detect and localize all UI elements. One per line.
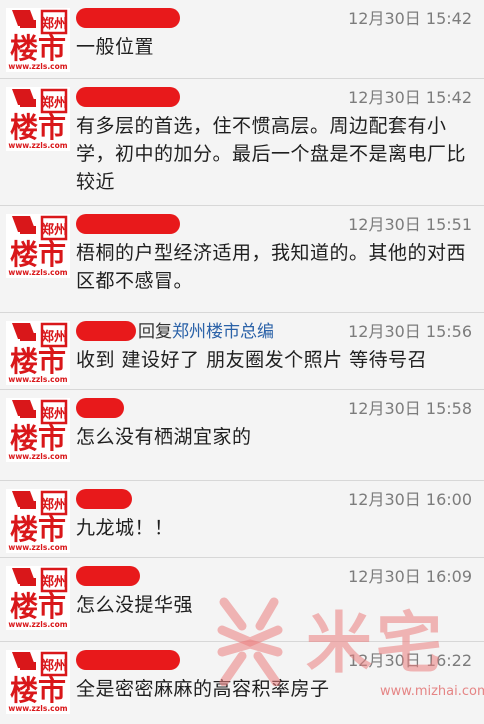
watermark-logo-icon [217, 597, 283, 686]
svg-text:楼市: 楼市 [10, 32, 66, 65]
avatar[interactable]: 郑州 楼市 www.zzls.com [6, 566, 70, 630]
svg-text:楼市: 楼市 [10, 590, 66, 623]
comment-time: 12月30日 15:56 [348, 322, 472, 341]
avatar[interactable]: 郑州 楼市 www.zzls.com [6, 650, 70, 714]
svg-text:郑州: 郑州 [41, 95, 67, 111]
brand-logo-icon: 郑州楼市www.zzls.com [6, 489, 70, 553]
comment-time: 12月30日 15:51 [348, 215, 472, 234]
comment-text: 怎么没有栖湖宜家的 [76, 426, 252, 448]
comment-item: 郑州 楼市 www.zzls.com 12月30日 15:51 梧桐的户型经济适用，… [0, 206, 484, 313]
svg-text:www.zzls.com: www.zzls.com [8, 268, 67, 277]
comment-time: 12月30日 16:09 [348, 567, 472, 586]
username-redacted[interactable] [76, 650, 180, 670]
svg-text:www.zzls.com: www.zzls.com [8, 452, 67, 461]
avatar[interactable]: 郑州 楼市 www.zzls.com [6, 87, 70, 151]
svg-text:郑州: 郑州 [41, 406, 67, 422]
username-redacted[interactable] [76, 87, 180, 107]
avatar[interactable]: 郑州 楼市 www.zzls.com [6, 214, 70, 278]
comment-text: 一般位置 [76, 36, 155, 58]
svg-text:郑州: 郑州 [41, 222, 67, 238]
username-redacted[interactable] [76, 398, 124, 418]
comment-item: 郑州 楼市 www.zzls.com 12月30日 16:00 九龙城！！ [0, 481, 484, 558]
comment-item: 郑州 楼市 www.zzls.com 12月30日 15:42 有多层的首选，住不惯… [0, 79, 484, 206]
comment-item: 郑州 楼市 www.zzls.com 回复郑州楼市总编 12月30日 15:56 收… [0, 313, 484, 390]
svg-text:楼市: 楼市 [10, 422, 66, 455]
svg-text:www.zzls.com: www.zzls.com [8, 704, 67, 713]
brand-logo-icon: 郑州楼市www.zzls.com [6, 566, 70, 630]
avatar[interactable]: 郑州 楼市 www.zzls.com [6, 489, 70, 553]
svg-text:郑州: 郑州 [41, 574, 67, 590]
username-redacted[interactable] [76, 214, 180, 234]
avatar[interactable]: 郑州 楼市 www.zzls.com [6, 321, 70, 385]
svg-text:郑州: 郑州 [41, 497, 67, 513]
brand-logo-icon: 郑州楼市www.zzls.com [6, 650, 70, 714]
avatar[interactable]: 郑州 楼市 www.zzls.com [6, 398, 70, 462]
reply-label: 回复 [138, 322, 172, 342]
avatar[interactable]: 郑州 楼市 www.zzls.com [6, 8, 70, 72]
username-redacted[interactable] [76, 321, 136, 341]
comment-time: 12月30日 16:00 [348, 490, 472, 509]
brand-logo-icon: 郑州楼市www.zzls.com [6, 214, 70, 278]
brand-logo-icon: 郑州楼市www.zzls.com [6, 87, 70, 151]
comment-text: 有多层的首选，住不惯高层。周边配套有小学，初中的加分。最后一个盘是不是离电厂比较… [76, 115, 467, 193]
username-redacted[interactable] [76, 566, 140, 586]
watermark-url: www.mizhai.com [380, 684, 484, 699]
username-redacted[interactable] [76, 489, 132, 509]
svg-text:楼市: 楼市 [10, 111, 66, 144]
comment-item: 郑州 楼市 www.zzls.com 12月30日 15:58 怎么没有栖湖宜家的 [0, 390, 484, 481]
comment-time: 12月30日 15:58 [348, 399, 472, 418]
reply-target-link[interactable]: 郑州楼市总编 [172, 322, 274, 342]
svg-text:楼市: 楼市 [10, 345, 66, 378]
svg-text:www.zzls.com: www.zzls.com [8, 62, 67, 71]
svg-text:www.zzls.com: www.zzls.com [8, 543, 67, 552]
comment-text: 九龙城！！ [76, 517, 174, 539]
svg-text:郑州: 郑州 [41, 329, 67, 345]
svg-text:楼市: 楼市 [10, 674, 66, 707]
comment-time: 12月30日 15:42 [348, 9, 472, 28]
svg-text:郑州: 郑州 [41, 658, 67, 674]
watermark-brand: 米宅 [306, 605, 446, 682]
username-redacted[interactable] [76, 8, 180, 28]
svg-text:楼市: 楼市 [10, 513, 66, 546]
comment-text: 收到 建设好了 朋友圈发个照片 等待号召 [76, 349, 428, 371]
svg-text:楼市: 楼市 [10, 238, 66, 271]
reply-line: 回复郑州楼市总编 [138, 319, 274, 345]
brand-logo-icon: 郑州楼市www.zzls.com [6, 8, 70, 72]
comment-item: 郑州 楼市 www.zzls.com 12月30日 15:42 一般位置 [0, 0, 484, 79]
svg-text:郑州: 郑州 [41, 16, 67, 32]
comment-time: 12月30日 15:42 [348, 88, 472, 107]
brand-logo-icon: 郑州楼市www.zzls.com [6, 321, 70, 385]
svg-text:www.zzls.com: www.zzls.com [8, 141, 67, 150]
comment-text: 梧桐的户型经济适用，我知道的。其他的对西区都不感冒。 [76, 242, 467, 292]
svg-text:www.zzls.com: www.zzls.com [8, 620, 67, 629]
brand-logo-icon: 郑州楼市www.zzls.com [6, 398, 70, 462]
svg-text:www.zzls.com: www.zzls.com [8, 375, 67, 384]
